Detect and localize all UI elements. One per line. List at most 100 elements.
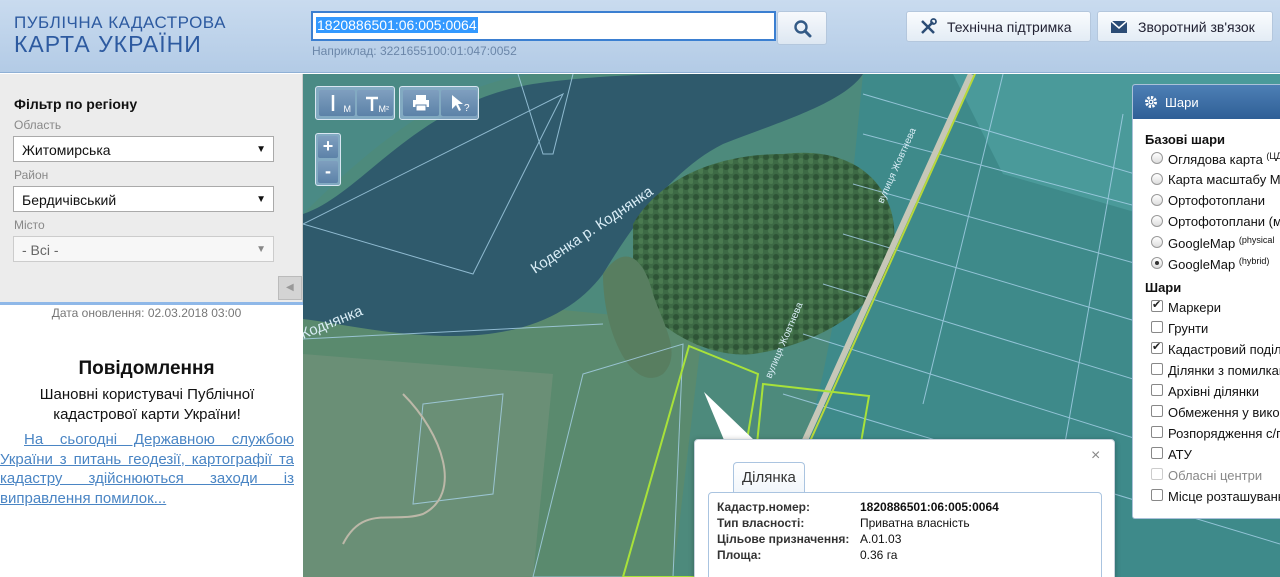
logo-line2: КАРТА УКРАЇНИ [14, 31, 202, 57]
chevron-left-icon: ◀ [286, 282, 294, 293]
identify-button[interactable]: ? [441, 90, 477, 116]
overlay-layer-option[interactable]: Місце розташуванн [1151, 489, 1280, 504]
base-layer-label: GoogleMap [1168, 257, 1236, 273]
search-input-value: 1820886501:06:005:0064 [316, 17, 478, 33]
measure-distance-button[interactable]: M [319, 90, 355, 116]
base-layer-option[interactable]: GoogleMap (hybrid) [1151, 256, 1270, 273]
overlay-layer-label: Розпорядження с/г [1168, 426, 1280, 441]
base-layers-title: Базові шари [1145, 132, 1226, 147]
base-layer-sup: (hybrid) [1238, 256, 1270, 266]
checkbox[interactable] [1151, 363, 1163, 375]
radio-button[interactable] [1151, 173, 1163, 185]
measure-area-button[interactable]: M² [357, 90, 393, 116]
tab-parcel[interactable]: Ділянка [733, 462, 805, 493]
city-select[interactable]: - Всі - ▼ [13, 236, 274, 262]
district-label: Район [14, 168, 49, 182]
overlay-layer-label: Обласні центри [1168, 468, 1263, 483]
region-filter: Фільтр по регіону Область Житомирська ▼ … [0, 74, 303, 302]
base-layer-label: Ортофотоплани [1168, 193, 1266, 208]
region-select[interactable]: Житомирська ▼ [13, 136, 274, 162]
checkbox[interactable] [1151, 426, 1163, 438]
detail-row: Площа: 0.36 га [717, 548, 897, 562]
checkbox[interactable] [1151, 321, 1163, 333]
overlay-layer-option[interactable]: АТУ [1151, 447, 1192, 462]
base-layer-sup: (physical [1238, 235, 1275, 245]
radio-button[interactable] [1151, 257, 1163, 269]
checkbox[interactable] [1151, 447, 1163, 459]
detail-key: Тип власності: [717, 516, 805, 530]
radio-button[interactable] [1151, 215, 1163, 227]
detail-value: А.01.03 [860, 532, 902, 546]
base-layer-option[interactable]: Оглядова карта (ЦД [1151, 151, 1280, 167]
feedback-button[interactable]: Зворотний зв'язок [1097, 11, 1273, 42]
search-hint: Наприклад: 3221655100:01:047:0052 [312, 44, 517, 58]
region-select-value: Житомирська [22, 142, 111, 158]
search-icon [794, 20, 812, 38]
detail-row: Кадастр.номер: 1820886501:06:005:0064 [717, 500, 999, 514]
overlay-layer-option[interactable]: Архівні ділянки [1151, 384, 1259, 399]
checkbox[interactable] [1151, 405, 1163, 417]
dropdown-arrow-icon: ▼ [256, 244, 266, 255]
base-layer-option[interactable]: GoogleMap (physical [1151, 235, 1275, 251]
cursor-question-icon: ? [452, 95, 470, 114]
overlay-layer-option[interactable]: Маркери [1151, 298, 1221, 315]
overlay-layer-label: Місце розташуванн [1168, 489, 1280, 504]
radio-button[interactable] [1151, 152, 1163, 164]
detail-key: Кадастр.номер: [717, 500, 810, 514]
feedback-label: Зворотний зв'язок [1138, 18, 1255, 35]
layers-title: Шари [1165, 95, 1199, 110]
overlay-layer-option[interactable]: Обласні центри [1151, 468, 1263, 483]
overlay-layer-label: Грунти [1168, 321, 1209, 336]
support-button[interactable]: Технічна підтримка [906, 11, 1091, 42]
base-layer-label: Ортофотоплани (м [1168, 214, 1280, 229]
detail-row: Тип власності: Приватна власність [717, 516, 970, 530]
overlay-layer-option[interactable]: Розпорядження с/г [1151, 426, 1280, 441]
base-layer-option[interactable]: Ортофотоплани [1151, 193, 1266, 208]
detail-value: 1820886501:06:005:0064 [860, 500, 999, 514]
notice-link[interactable]: На сьогодні Державною службою України з … [0, 430, 294, 508]
city-select-value: - Всі - [22, 242, 59, 258]
print-info-tools: ? [399, 86, 479, 120]
popup-pointer [704, 392, 754, 440]
detail-row: Цільове призначення: А.01.03 [717, 532, 901, 546]
layers-panel: Шари Базові шари Оглядова карта (ЦД Карта… [1132, 84, 1280, 519]
district-select[interactable]: Бердичівський ▼ [13, 186, 274, 212]
detail-value: Приватна власність [860, 516, 970, 530]
svg-text:?: ? [464, 103, 470, 114]
overlay-layer-option[interactable]: Обмеження у викор [1151, 405, 1280, 420]
checkbox[interactable] [1151, 468, 1163, 480]
map-view[interactable]: Коденка р. Коднянка Коднянка вулиця Жовт… [303, 74, 1280, 577]
zoom-out-button[interactable]: - [318, 161, 338, 183]
site-logo[interactable]: ПУБЛІЧНА КАДАСТРОВА КАРТА УКРАЇНИ [14, 14, 226, 56]
printer-icon [413, 95, 429, 112]
base-layer-option[interactable]: Ортофотоплани (м [1151, 214, 1280, 229]
overlay-layer-option[interactable]: Кадастровий поділ [1151, 340, 1280, 357]
radio-button[interactable] [1151, 194, 1163, 206]
overlay-layer-option[interactable]: Грунти [1151, 321, 1209, 336]
zoom-in-button[interactable]: + [318, 136, 338, 158]
overlay-layer-option[interactable]: Ділянки з помилкам [1151, 363, 1280, 378]
layers-header[interactable]: Шари [1133, 85, 1280, 119]
region-label: Область [14, 118, 62, 132]
checkbox[interactable] [1151, 489, 1163, 501]
checkbox[interactable] [1151, 298, 1163, 312]
overlay-layer-label: Кадастровий поділ [1168, 342, 1280, 357]
base-layer-option[interactable]: Карта масштабу М [1151, 172, 1280, 187]
radio-button[interactable] [1151, 236, 1163, 248]
collapse-panel-button[interactable]: ◀ [278, 276, 302, 300]
checkbox[interactable] [1151, 384, 1163, 396]
print-button[interactable] [403, 90, 439, 116]
support-label: Технічна підтримка [947, 18, 1072, 35]
dropdown-arrow-icon: ▼ [256, 194, 266, 205]
measure-area-sub: M² [378, 104, 390, 114]
overlay-layer-label: АТУ [1168, 447, 1192, 462]
detail-value: 0.36 га [860, 548, 898, 562]
checkbox[interactable] [1151, 340, 1163, 354]
close-icon[interactable]: × [1091, 447, 1100, 465]
overlay-layer-label: Маркери [1168, 300, 1221, 315]
detail-key: Площа: [717, 548, 762, 562]
gear-icon [1145, 96, 1157, 108]
overlay-layer-label: Обмеження у викор [1168, 405, 1280, 420]
search-button[interactable] [777, 11, 827, 45]
header: ПУБЛІЧНА КАДАСТРОВА КАРТА УКРАЇНИ 182088… [0, 0, 1280, 73]
